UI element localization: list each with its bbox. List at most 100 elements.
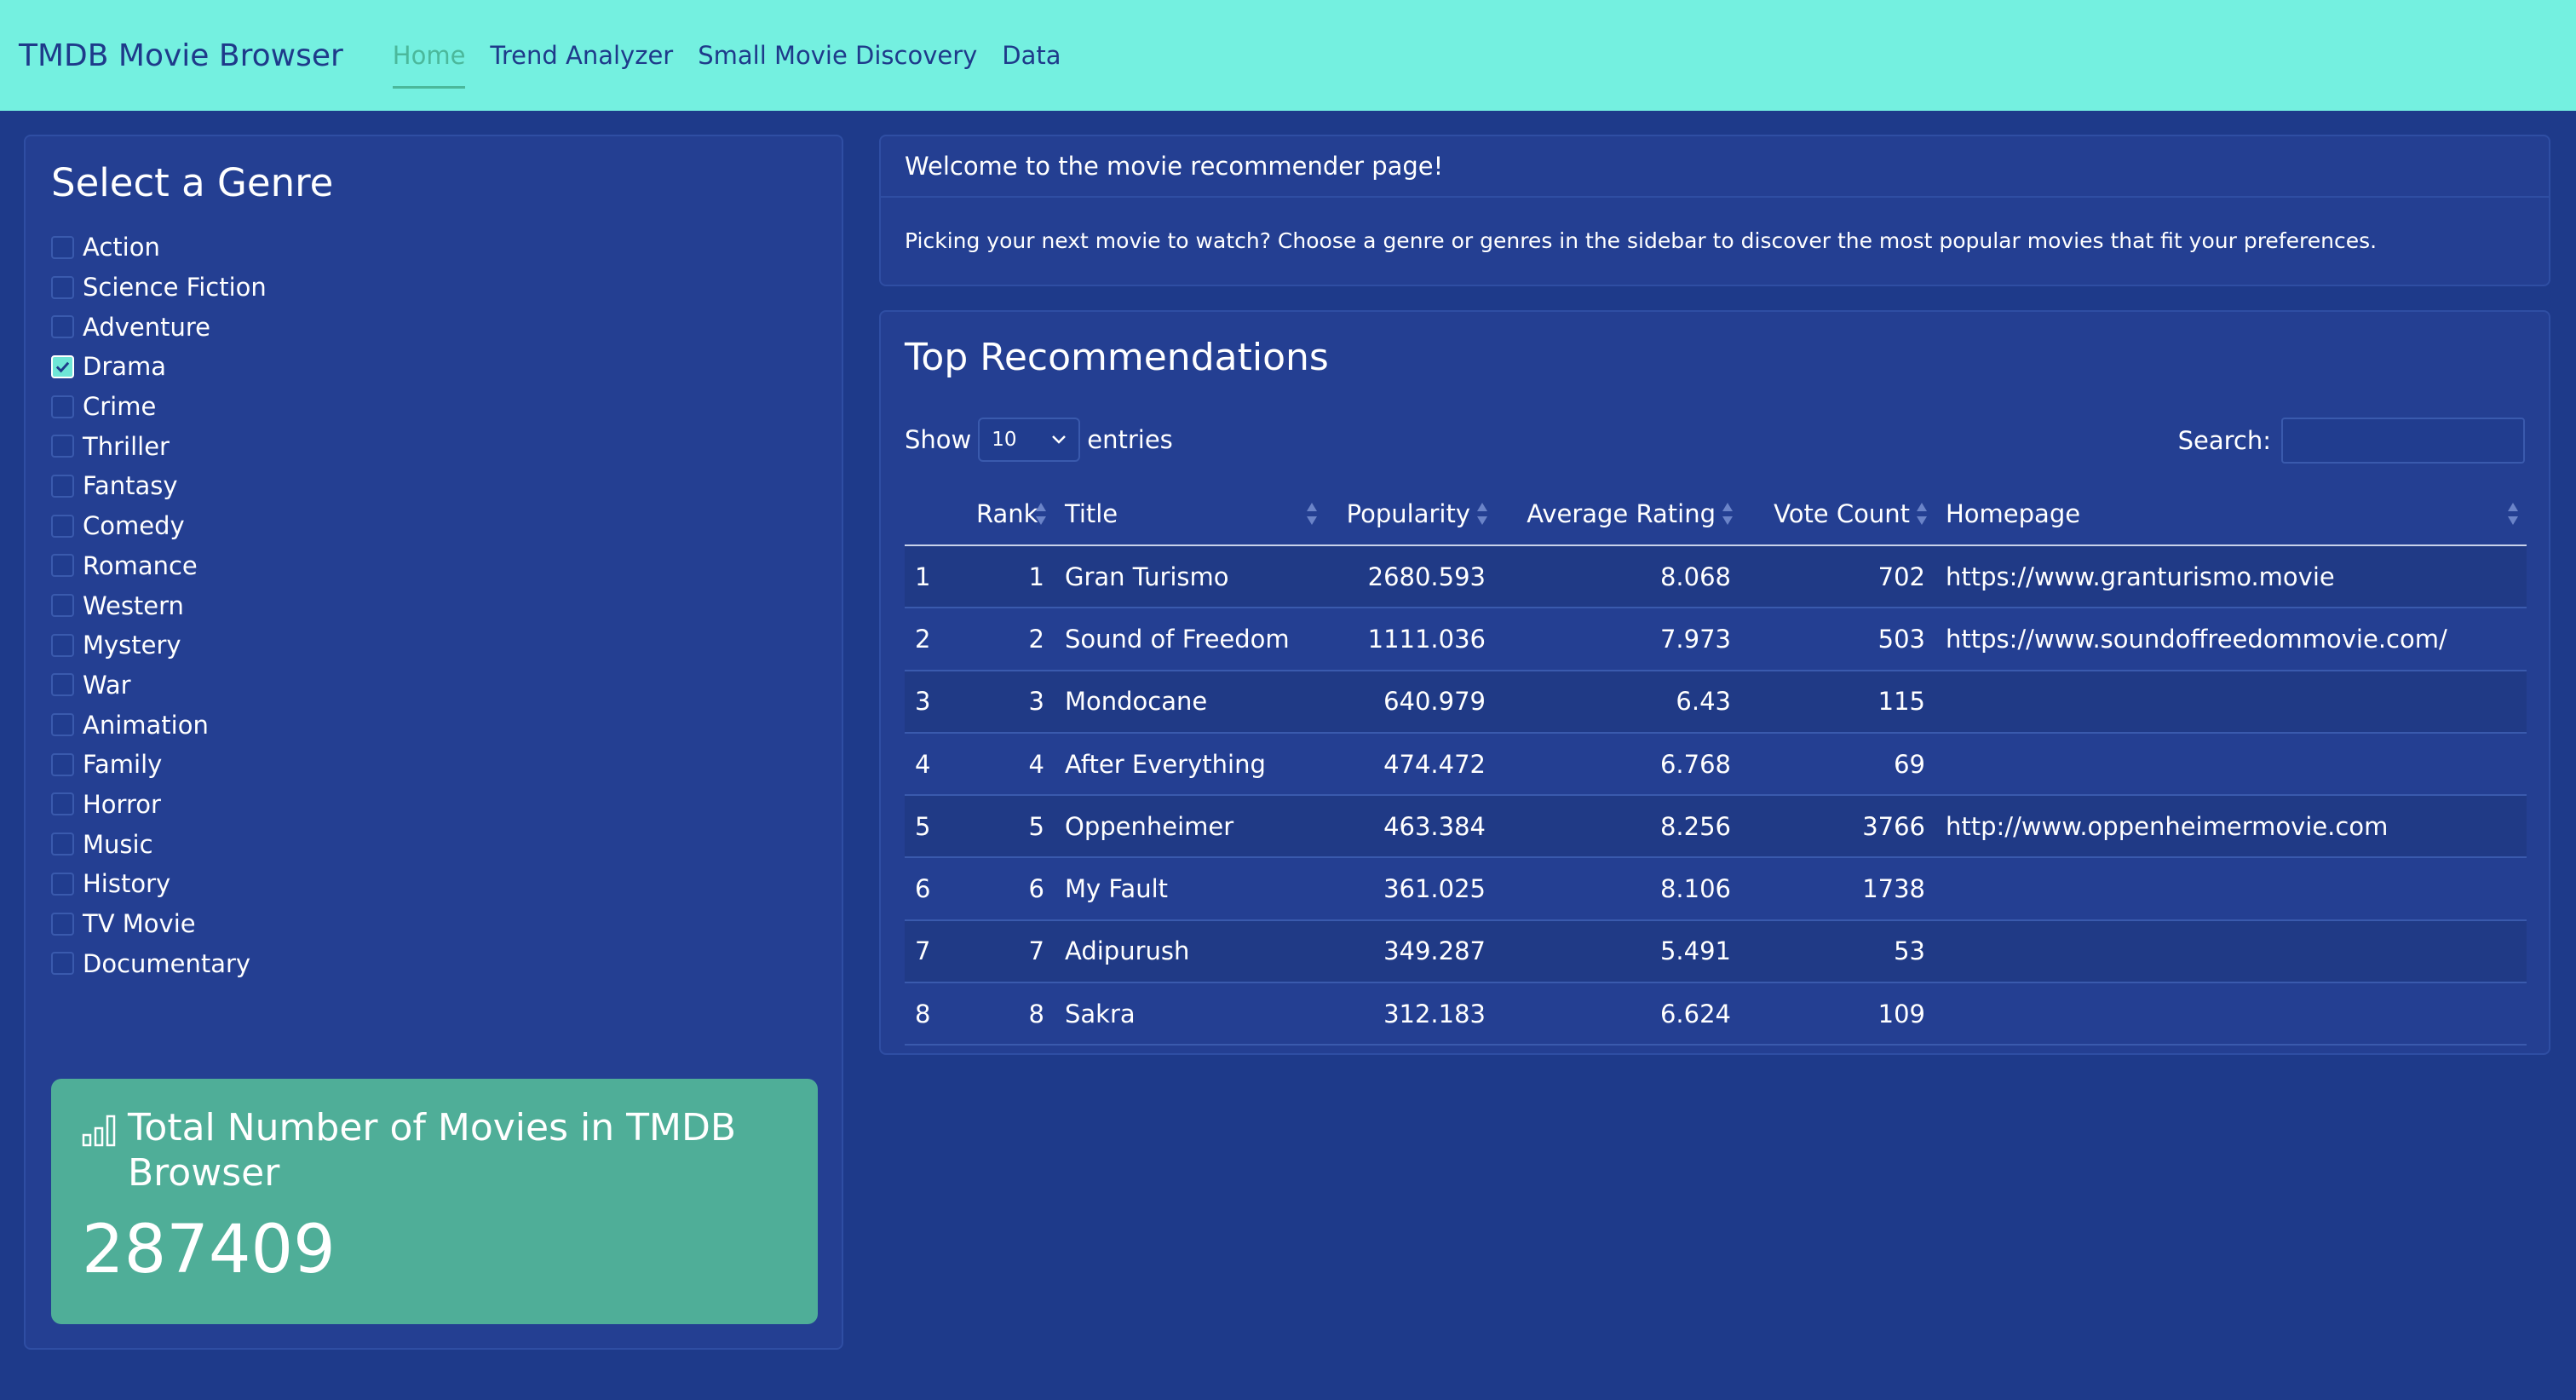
show-label: Show <box>905 425 972 454</box>
search-input[interactable] <box>2281 418 2525 464</box>
cell-rank: 5 <box>966 795 1055 859</box>
genre-label: Family <box>83 750 163 780</box>
genre-option-comedy[interactable]: Comedy <box>51 506 816 546</box>
cell-average-rating: 6.768 <box>1496 732 1741 797</box>
genre-sidebar: Select a Genre Action Science Fiction Adve… <box>24 135 843 1350</box>
genre-checkbox[interactable] <box>51 833 74 856</box>
genre-checkbox[interactable] <box>51 554 74 578</box>
table-row[interactable]: 5 5 Oppenheimer 463.384 8.256 3766 http://www.… <box>905 795 2527 859</box>
column-header-homepage[interactable]: Homepage <box>1935 482 2527 546</box>
genre-checkbox[interactable] <box>51 594 74 618</box>
brand-title[interactable]: TMDB Movie Browser <box>19 38 343 73</box>
table-row[interactable]: 7 7 Adipurush 349.287 5.491 53 <box>905 919 2527 984</box>
cell-popularity: 2680.593 <box>1325 545 1496 609</box>
genre-option-romance[interactable]: Romance <box>51 546 816 586</box>
cell-popularity: 312.183 <box>1325 982 1496 1046</box>
nav-small-movie-discovery[interactable]: Small Movie Discovery <box>698 34 977 77</box>
column-header-rank[interactable]: Rank <box>966 482 1055 546</box>
genre-checkbox[interactable] <box>51 713 74 737</box>
cell-homepage: https://www.granturismo.movie <box>1935 545 2527 609</box>
genre-option-history[interactable]: History <box>51 864 816 904</box>
nav-data[interactable]: Data <box>1002 34 1061 77</box>
genre-checkbox[interactable] <box>51 435 74 458</box>
column-header-title[interactable]: Title <box>1055 482 1325 546</box>
genre-label: Horror <box>83 789 161 819</box>
genre-option-documentary[interactable]: Documentary <box>51 943 816 983</box>
cell-rank: 7 <box>966 919 1055 984</box>
cell-index: 1 <box>905 545 966 609</box>
cell-popularity: 1111.036 <box>1325 608 1496 671</box>
genre-checkbox[interactable] <box>51 872 74 896</box>
genre-checkbox[interactable] <box>51 235 74 259</box>
cell-title: Sakra <box>1055 982 1325 1046</box>
table-row[interactable]: 1 1 Gran Turismo 2680.593 8.068 702 https://ww… <box>905 545 2527 609</box>
table-row[interactable]: 3 3 Mondocane 640.979 6.43 115 <box>905 670 2527 734</box>
table-search-control: Search: <box>2178 418 2525 464</box>
genre-checkbox[interactable] <box>51 474 74 498</box>
genre-checkbox[interactable] <box>51 315 74 339</box>
cell-rank: 2 <box>966 608 1055 671</box>
genre-option-animation[interactable]: Animation <box>51 705 816 745</box>
cell-rank: 3 <box>966 670 1055 734</box>
nav-home[interactable]: Home <box>392 34 465 89</box>
genre-option-mystery[interactable]: Mystery <box>51 625 816 665</box>
genre-option-western[interactable]: Western <box>51 585 816 625</box>
genre-option-drama[interactable]: Drama <box>51 347 816 387</box>
genre-option-thriller[interactable]: Thriller <box>51 426 816 466</box>
column-header-popularity[interactable]: Popularity <box>1325 482 1496 546</box>
genre-label: Adventure <box>83 312 210 342</box>
cell-title: My Fault <box>1055 857 1325 921</box>
genre-option-crime[interactable]: Crime <box>51 387 816 427</box>
genre-label: Music <box>83 829 153 859</box>
table-header-row: Rank Title Popularity Average Rating Vote Co… <box>905 482 2527 546</box>
chevron-down-icon <box>1052 435 1067 444</box>
genre-checkbox[interactable] <box>51 354 74 378</box>
genre-checkbox[interactable] <box>51 395 74 418</box>
sort-icon <box>2508 502 2518 525</box>
genre-label: Comedy <box>83 511 185 541</box>
genre-label: Animation <box>83 710 209 740</box>
cell-vote-count: 702 <box>1741 545 1935 609</box>
cell-vote-count: 53 <box>1741 919 1935 984</box>
genre-option-horror[interactable]: Horror <box>51 785 816 825</box>
genre-option-family[interactable]: Family <box>51 745 816 785</box>
entries-select[interactable]: 10 <box>978 418 1081 462</box>
cell-homepage <box>1935 670 2527 734</box>
entries-length-control: Show 10 entries <box>905 418 1173 462</box>
sort-icon <box>1307 502 1317 525</box>
genre-label: TV Movie <box>83 909 196 939</box>
genre-option-adventure[interactable]: Adventure <box>51 307 816 347</box>
genre-checkbox[interactable] <box>51 633 74 657</box>
table-row[interactable]: 8 8 Sakra 312.183 6.624 109 <box>905 982 2527 1046</box>
genre-option-action[interactable]: Action <box>51 228 816 268</box>
genre-checkbox[interactable] <box>51 673 74 697</box>
genre-checkbox[interactable] <box>51 792 74 816</box>
genre-checkbox[interactable] <box>51 952 74 976</box>
genre-checkbox-group: Action Science Fiction Adventure Drama Crime… <box>51 228 816 983</box>
total-movies-value-box: Total Number of Movies in TMDB Browser 2… <box>51 1079 818 1324</box>
recommendations-card: Top Recommendations Show 10 entries Sear… <box>879 310 2550 1055</box>
cell-title: Adipurush <box>1055 919 1325 984</box>
cell-vote-count: 3766 <box>1741 795 1935 859</box>
cell-popularity: 349.287 <box>1325 919 1496 984</box>
genre-checkbox[interactable] <box>51 752 74 776</box>
top-navbar: TMDB Movie Browser Home Trend Analyzer S… <box>0 0 2576 111</box>
table-row[interactable]: 2 2 Sound of Freedom 1111.036 7.973 503 https:… <box>905 608 2527 671</box>
table-row[interactable]: 6 6 My Fault 361.025 8.106 1738 <box>905 857 2527 921</box>
nav-trend-analyzer[interactable]: Trend Analyzer <box>490 34 673 77</box>
genre-option-music[interactable]: Music <box>51 824 816 864</box>
genre-option-fantasy[interactable]: Fantasy <box>51 466 816 506</box>
cell-title: Oppenheimer <box>1055 795 1325 859</box>
column-header-vote-count[interactable]: Vote Count <box>1741 482 1935 546</box>
column-header-label: Average Rating <box>1527 498 1716 528</box>
table-row[interactable]: 4 4 After Everything 474.472 6.768 69 <box>905 732 2527 797</box>
column-header-average-rating[interactable]: Average Rating <box>1496 482 1741 546</box>
sort-icon <box>1722 502 1733 525</box>
genre-checkbox[interactable] <box>51 912 74 936</box>
genre-option-science-fiction[interactable]: Science Fiction <box>51 268 816 308</box>
genre-label: Fantasy <box>83 471 178 501</box>
genre-option-war[interactable]: War <box>51 665 816 706</box>
genre-option-tv-movie[interactable]: TV Movie <box>51 904 816 944</box>
genre-checkbox[interactable] <box>51 514 74 538</box>
genre-checkbox[interactable] <box>51 275 74 299</box>
